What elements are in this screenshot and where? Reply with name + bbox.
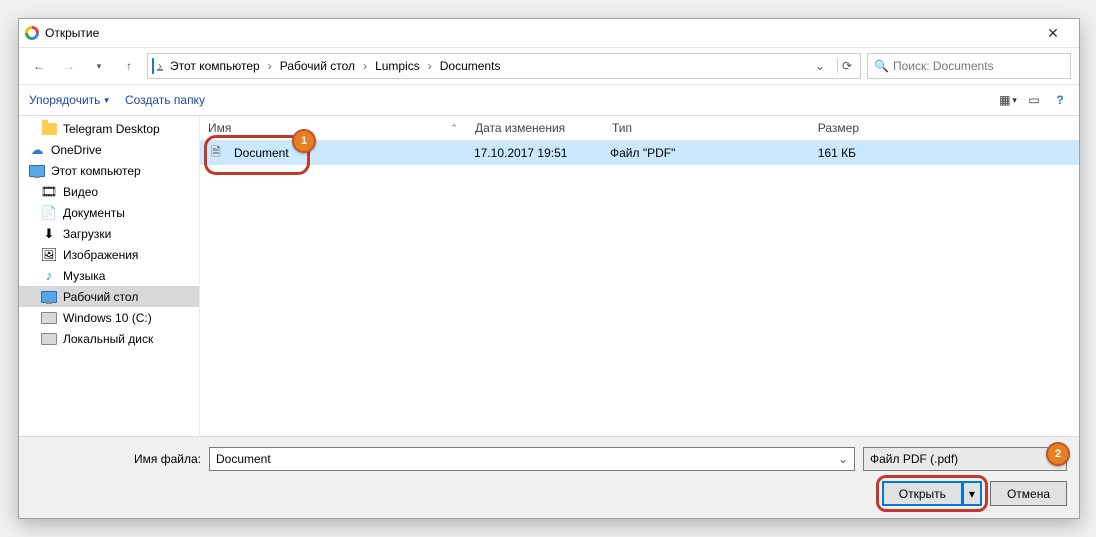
cancel-button[interactable]: Отмена xyxy=(990,481,1067,506)
image-icon: 🖼 xyxy=(41,247,57,263)
open-button-dropdown[interactable]: ▾ xyxy=(963,481,982,506)
chevron-down-icon[interactable]: ⌄ xyxy=(1050,452,1060,466)
breadcrumb-segment[interactable]: Рабочий стол xyxy=(276,59,359,73)
tree-item-documents[interactable]: 📄Документы xyxy=(19,202,199,223)
tree-item-telegram[interactable]: Telegram Desktop xyxy=(19,118,199,139)
preview-pane-button[interactable]: ▭ xyxy=(1025,91,1043,109)
drive-icon xyxy=(41,310,57,326)
tree-item-downloads[interactable]: ⬇Загрузки xyxy=(19,223,199,244)
chevron-down-icon[interactable]: ⌄ xyxy=(838,452,848,466)
drive-icon xyxy=(41,331,57,347)
film-icon: 🎞 xyxy=(41,184,57,200)
window-title: Открытие xyxy=(45,26,99,40)
forward-button[interactable]: → xyxy=(57,54,81,78)
dialog-footer: Имя файла: Document ⌄ Файл PDF (.pdf) ⌄ … xyxy=(19,436,1079,518)
open-button[interactable]: Открыть xyxy=(882,481,963,506)
chevron-right-icon: › xyxy=(268,59,272,73)
history-dropdown[interactable]: ▾ xyxy=(87,54,111,78)
tree-item-drive-c[interactable]: Windows 10 (C:) xyxy=(19,307,199,328)
close-button[interactable]: ✕ xyxy=(1033,19,1073,47)
navigation-bar: ← → ▾ ↑ › Этот компьютер › Рабочий стол … xyxy=(19,48,1079,85)
this-pc-icon xyxy=(152,59,154,73)
search-placeholder: Поиск: Documents xyxy=(893,59,994,73)
dialog-body: Telegram Desktop ☁OneDrive Этот компьюте… xyxy=(19,116,1079,436)
help-button[interactable]: ? xyxy=(1051,91,1069,109)
toolbar: Упорядочить▾ Создать папку ▦▾ ▭ ? xyxy=(19,85,1079,116)
nav-tree[interactable]: Telegram Desktop ☁OneDrive Этот компьюте… xyxy=(19,116,200,436)
tree-item-videos[interactable]: 🎞Видео xyxy=(19,181,199,202)
file-list: Имя⌃ Дата изменения Тип Размер 🗎Document… xyxy=(200,116,1079,436)
view-menu[interactable]: ▦▾ xyxy=(999,91,1017,109)
filetype-filter[interactable]: Файл PDF (.pdf) ⌄ 2 xyxy=(863,447,1067,471)
file-open-dialog: Открытие ✕ ← → ▾ ↑ › Этот компьютер › Ра… xyxy=(18,18,1080,519)
document-icon: 📄 xyxy=(41,205,57,221)
column-modified[interactable]: Дата изменения xyxy=(467,121,604,135)
column-headers[interactable]: Имя⌃ Дата изменения Тип Размер xyxy=(200,116,1079,141)
column-type[interactable]: Тип xyxy=(604,121,761,135)
computer-icon xyxy=(29,163,45,179)
organize-menu[interactable]: Упорядочить▾ xyxy=(29,93,109,107)
search-icon: 🔍 xyxy=(874,59,889,73)
address-dropdown[interactable]: ⌄ xyxy=(811,59,829,73)
sort-indicator-icon: ⌃ xyxy=(450,123,458,134)
up-button[interactable]: ↑ xyxy=(117,54,141,78)
chevron-right-icon: › xyxy=(363,59,367,73)
back-button[interactable]: ← xyxy=(27,54,51,78)
tree-item-onedrive[interactable]: ☁OneDrive xyxy=(19,139,199,160)
desktop-icon xyxy=(41,289,57,305)
music-icon: ♪ xyxy=(41,268,57,284)
tree-item-this-pc[interactable]: Этот компьютер xyxy=(19,160,199,181)
titlebar: Открытие ✕ xyxy=(19,19,1079,48)
tree-item-local-disk[interactable]: Локальный диск xyxy=(19,328,199,349)
tree-item-desktop[interactable]: Рабочий стол xyxy=(19,286,199,307)
refresh-button[interactable]: ⟳ xyxy=(837,59,856,73)
filename-label: Имя файла: xyxy=(31,452,201,466)
column-name[interactable]: Имя⌃ xyxy=(200,121,467,135)
cloud-icon: ☁ xyxy=(29,142,45,158)
tree-item-pictures[interactable]: 🖼Изображения xyxy=(19,244,199,265)
tree-item-music[interactable]: ♪Музыка xyxy=(19,265,199,286)
breadcrumb-segment[interactable]: Этот компьютер xyxy=(166,59,264,73)
breadcrumb-segment[interactable]: Documents xyxy=(436,59,505,73)
breadcrumb-segment[interactable]: Lumpics xyxy=(371,59,424,73)
search-input[interactable]: 🔍 Поиск: Documents xyxy=(867,53,1071,79)
address-bar[interactable]: › Этот компьютер › Рабочий стол › Lumpic… xyxy=(147,53,861,79)
column-size[interactable]: Размер xyxy=(761,121,868,135)
filename-input[interactable]: Document ⌄ xyxy=(209,447,855,471)
chrome-icon xyxy=(25,26,39,40)
chevron-right-icon: › xyxy=(428,59,432,73)
new-folder-button[interactable]: Создать папку xyxy=(125,93,205,107)
pdf-file-icon: 🗎 xyxy=(208,145,224,161)
file-row[interactable]: 🗎Document 17.10.2017 19:51 Файл "PDF" 16… xyxy=(200,141,1079,165)
download-icon: ⬇ xyxy=(41,226,57,242)
